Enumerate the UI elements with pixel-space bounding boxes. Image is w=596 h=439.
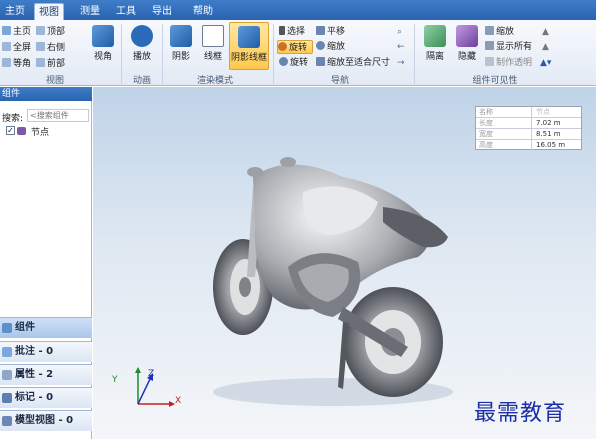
view-iso-button[interactable]: 等角 [2,57,31,71]
viewpoint-icon [92,25,114,47]
top-view-icon [36,26,45,35]
3d-viewport[interactable]: 名称 节点 长度 7.02 m 宽度 8.51 m 高度 16.05 m Y Z… [93,87,596,439]
arrow-right-icon[interactable]: → [397,56,405,70]
viewpoint-button[interactable]: 视角 [89,22,117,62]
tree-node-label[interactable]: 节点 [31,125,49,138]
zoom-component-icon [485,26,494,35]
view-right-button[interactable]: 右侧 [36,41,65,55]
annotation-icon [2,347,12,357]
tab-measure[interactable]: 测量 [77,3,103,20]
shaded-cube-icon [170,25,192,47]
node-checkbox[interactable]: ✓ [6,126,15,135]
tab-export[interactable]: 导出 [149,3,175,20]
select-button[interactable]: 选择 [279,25,305,39]
vis-zoom-button[interactable]: 缩放 [485,25,514,39]
paint-bucket-icon[interactable]: ▲▾ [540,56,551,70]
play-button[interactable]: 播放 [125,22,159,62]
tab-home[interactable]: 主页 [0,3,30,20]
arrow-left-icon[interactable]: ← [397,40,405,54]
shaded-wireframe-button[interactable]: 阴影线框 [229,22,269,70]
group-label-navigation: 导航 [330,76,349,86]
stack-markups[interactable]: 标记 - 0 [0,387,92,408]
shaded-wireframe-icon [238,26,260,48]
rotate-icon [278,42,287,51]
properties-info-table: 名称 节点 长度 7.02 m 宽度 8.51 m 高度 16.05 m [475,106,582,151]
search-label: 搜索: [2,114,24,124]
stack-properties[interactable]: 属性 - 2 [0,364,92,385]
markup-pen-icon [2,393,12,403]
isolate-icon [424,25,446,47]
wireframe-cube-icon [202,25,224,47]
ribbon: 主页 顶部 全屏 右侧 等角 前部 视角 视图 播放 动画 阴影 线框 阴影线框… [0,20,596,86]
pan-button[interactable]: 平移 [316,25,345,39]
tab-view[interactable]: 视图 [34,3,64,20]
properties-icon [2,370,12,380]
show-all-button[interactable]: 显示所有 [485,40,532,54]
motorcycle-model[interactable] [193,147,463,417]
info-row: 名称 节点 [476,107,581,118]
axis-x-label: X [175,396,182,406]
rotate-button[interactable]: 旋转 [279,56,308,70]
rotate-active-button[interactable]: 旋转 [277,40,313,54]
isometric-icon [2,58,11,67]
info-row: 高度 16.05 m [479,140,566,151]
info-row: 长度 7.02 m [476,118,581,129]
magnifier-icon [316,41,325,50]
node-icon [17,127,26,135]
view-top-button[interactable]: 顶部 [36,25,65,39]
fit-icon [316,57,325,66]
ribbon-tab-bar: 主页 视图 测量 工具 导出 帮助 [0,0,596,20]
stack-annotations[interactable]: 批注 - 0 [0,341,92,362]
isolate-button[interactable]: 隔离 [420,22,450,62]
zoom-nav-button[interactable]: 缩放 [316,40,345,54]
flask-icon[interactable]: ▲ [542,25,549,39]
tab-tools[interactable]: 工具 [113,3,139,20]
orbit-icon [279,57,288,66]
fullscreen-icon [2,42,11,51]
axis-y-label: Y [112,375,118,385]
view-front-button[interactable]: 前部 [36,57,65,71]
component-search-input[interactable] [27,109,89,122]
group-label-view: 视图 [45,76,64,86]
component-panel: 组件 搜索: ✓ 节点 组件 批注 - 0 属性 - 2 标记 - 0 模型视图… [0,87,92,439]
zoom-window-icon[interactable]: ⌕ [397,25,402,39]
hide-button[interactable]: 隐藏 [452,22,482,62]
transparent-icon [485,57,494,66]
person-icon[interactable]: ▲ [542,40,549,54]
axis-z-label: Z [148,369,155,379]
tab-help[interactable]: 帮助 [190,3,216,20]
ribbon-separator [273,24,274,84]
axis-triad [135,367,175,407]
ribbon-separator [414,24,415,84]
right-view-icon [36,42,45,51]
play-icon [131,25,153,47]
group-label-visibility: 组件可见性 [472,76,518,86]
pan-icon [316,26,325,35]
front-view-icon [36,58,45,67]
make-transparent-button[interactable]: 制作透明 [485,56,532,70]
cursor-icon [279,26,285,35]
stack-components[interactable]: 组件 [0,317,92,338]
view-home-button[interactable]: 主页 [2,25,31,39]
group-label-animation: 动画 [132,76,151,86]
ribbon-separator [121,24,122,84]
wireframe-button[interactable]: 线框 [198,22,228,62]
hide-icon [456,25,478,47]
info-row: 宽度 8.51 m [476,129,581,140]
watermark: 最需教育 [474,401,567,426]
shaded-button[interactable]: 阴影 [166,22,196,62]
ribbon-separator [162,24,163,84]
model-view-icon [2,416,12,426]
fit-button[interactable]: 缩放至适合尺寸 [316,56,390,70]
home-icon [2,26,11,35]
show-all-icon [485,41,494,50]
components-icon [2,323,12,333]
view-fullscreen-button[interactable]: 全屏 [2,41,31,55]
stack-model-views[interactable]: 模型视图 - 0 [0,410,92,431]
group-label-render: 渲染模式 [196,76,233,86]
panel-title: 组件 [0,87,92,101]
